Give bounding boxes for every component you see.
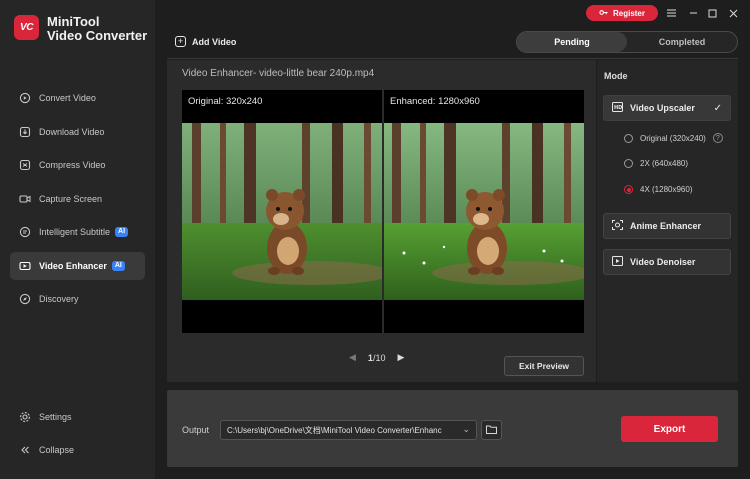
enhance-icon bbox=[19, 260, 31, 272]
register-label: Register bbox=[612, 8, 645, 18]
option-2x-label: 2X (640x480) bbox=[640, 159, 689, 168]
exit-preview-button[interactable]: Exit Preview bbox=[504, 356, 584, 376]
gear-icon bbox=[19, 411, 31, 423]
compass-icon bbox=[19, 293, 31, 305]
next-page-icon[interactable]: ▶ bbox=[397, 352, 404, 363]
radio-2x[interactable] bbox=[624, 159, 633, 168]
add-video-label: Add Video bbox=[192, 36, 237, 47]
enhanced-video-frame: Enhanced: 1280x960 bbox=[384, 90, 584, 333]
sidebar-item-discovery[interactable]: Discovery bbox=[10, 285, 145, 313]
svg-text:HD: HD bbox=[614, 105, 622, 111]
sidebar-item-label: Discovery bbox=[39, 294, 79, 304]
video-denoiser-button[interactable]: Video Denoiser bbox=[603, 249, 731, 275]
upscale-icon: HD bbox=[612, 102, 623, 114]
sidebar-item-label: Compress Video bbox=[39, 160, 106, 170]
app-logo: VC bbox=[14, 15, 39, 40]
original-resolution-label: Original: 320x240 bbox=[188, 96, 263, 107]
sidebar-item-compress-video[interactable]: Compress Video bbox=[10, 151, 145, 179]
export-button[interactable]: Export bbox=[621, 416, 718, 442]
sidebar-nav: Convert Video Download Video Compress Vi… bbox=[10, 84, 145, 319]
mode-panel: Mode HD Video Upscaler ✓ Original (320x2… bbox=[597, 60, 738, 382]
original-video-frame: Original: 320x240 bbox=[182, 90, 382, 333]
tab-completed[interactable]: Completed bbox=[627, 32, 737, 52]
option-4x-label: 4X (1280x960) bbox=[640, 185, 693, 194]
ai-badge: AI bbox=[111, 260, 125, 271]
download-icon bbox=[19, 126, 31, 138]
ai-badge: AI bbox=[115, 227, 129, 237]
plus-icon: + bbox=[175, 36, 186, 47]
record-icon bbox=[19, 193, 31, 205]
collapse-label: Collapse bbox=[39, 445, 75, 455]
option-original-label: Original (320x240) bbox=[640, 133, 706, 143]
sidebar-item-label: Capture Screen bbox=[39, 193, 103, 204]
option-2x[interactable]: 2X (640x480) bbox=[624, 159, 688, 168]
preview-panel: Video Enhancer- video-little bear 240p.m… bbox=[167, 60, 596, 382]
output-path-value: C:\Users\bj\OneDrive\文档\MiniTool Video C… bbox=[227, 425, 442, 435]
collapse-button[interactable]: Collapse bbox=[10, 437, 145, 463]
output-bar: Output C:\Users\bj\OneDrive\文档\MiniTool … bbox=[167, 390, 738, 467]
app-title: MiniTool Video Converter bbox=[47, 15, 147, 43]
output-label: Output bbox=[182, 425, 210, 435]
radio-4x[interactable] bbox=[624, 185, 633, 194]
sidebar-item-download-video[interactable]: Download Video bbox=[10, 118, 145, 146]
compress-icon bbox=[19, 159, 31, 171]
sidebar-item-label: Download Video bbox=[39, 126, 105, 137]
chevron-down-icon: ⌄ bbox=[462, 424, 470, 434]
settings-label: Settings bbox=[39, 412, 72, 422]
option-original[interactable]: Original (320x240) ? bbox=[624, 133, 723, 143]
prev-page-icon[interactable]: ◀ bbox=[349, 352, 356, 363]
header-divider bbox=[167, 58, 738, 59]
close-icon[interactable] bbox=[726, 5, 740, 21]
radio-original[interactable] bbox=[624, 133, 633, 143]
double-chevron-left-icon bbox=[19, 444, 31, 456]
maximize-icon[interactable] bbox=[705, 5, 719, 21]
video-upscaler-label: Video Upscaler bbox=[630, 103, 695, 113]
denoise-icon bbox=[612, 256, 623, 268]
page-total: /10 bbox=[372, 352, 386, 363]
menu-icon[interactable] bbox=[664, 5, 678, 21]
checkmark-icon: ✓ bbox=[713, 103, 722, 114]
original-video-thumbnail bbox=[182, 123, 382, 300]
tab-pending[interactable]: Pending bbox=[517, 32, 627, 52]
app-title-line2: Video Converter bbox=[47, 28, 148, 43]
minimize-icon[interactable] bbox=[686, 5, 700, 21]
sidebar-item-label: Convert Video bbox=[39, 93, 96, 103]
video-upscaler-button[interactable]: HD Video Upscaler ✓ bbox=[603, 95, 731, 121]
video-title: Video Enhancer- video-little bear 240p.m… bbox=[182, 68, 375, 79]
anime-enhancer-button[interactable]: Anime Enhancer bbox=[603, 213, 731, 239]
sidebar-item-intelligent-subtitle[interactable]: Intelligent Subtitle AI bbox=[10, 218, 145, 246]
folder-icon bbox=[486, 425, 497, 436]
option-4x[interactable]: 4X (1280x960) bbox=[624, 185, 692, 194]
sidebar: VC MiniTool Video Converter Convert Vide… bbox=[0, 0, 155, 479]
sidebar-item-video-enhancer[interactable]: Video Enhancer AI bbox=[10, 251, 145, 280]
convert-icon bbox=[19, 92, 31, 104]
settings-button[interactable]: Settings bbox=[10, 404, 145, 430]
page-indicator: 1/10 bbox=[368, 353, 386, 363]
register-button[interactable]: Register bbox=[586, 5, 658, 21]
anime-icon bbox=[612, 220, 623, 232]
anime-enhancer-label: Anime Enhancer bbox=[630, 221, 702, 231]
add-video-button[interactable]: + Add Video bbox=[175, 36, 236, 47]
page-navigator: ◀ 1/10 ▶ bbox=[349, 352, 404, 363]
open-folder-button[interactable] bbox=[481, 420, 502, 440]
sidebar-item-convert-video[interactable]: Convert Video bbox=[10, 84, 145, 112]
sidebar-item-label: Intelligent Subtitle bbox=[39, 227, 111, 237]
video-denoiser-label: Video Denoiser bbox=[630, 257, 696, 267]
key-icon bbox=[599, 8, 608, 19]
app-title-line1: MiniTool bbox=[47, 14, 100, 29]
help-icon[interactable]: ? bbox=[712, 133, 723, 143]
status-tabs: Pending Completed bbox=[516, 31, 738, 53]
sidebar-item-label: Video Enhancer bbox=[39, 260, 107, 271]
sidebar-item-capture-screen[interactable]: Capture Screen bbox=[10, 185, 145, 213]
output-path-select[interactable]: C:\Users\bj\OneDrive\文档\MiniTool Video C… bbox=[220, 420, 477, 440]
sidebar-bottom: Settings Collapse bbox=[10, 404, 145, 469]
subtitle-icon bbox=[19, 226, 31, 238]
mode-title: Mode bbox=[604, 71, 628, 81]
enhanced-resolution-label: Enhanced: 1280x960 bbox=[390, 96, 480, 107]
enhanced-video-thumbnail bbox=[384, 123, 584, 300]
